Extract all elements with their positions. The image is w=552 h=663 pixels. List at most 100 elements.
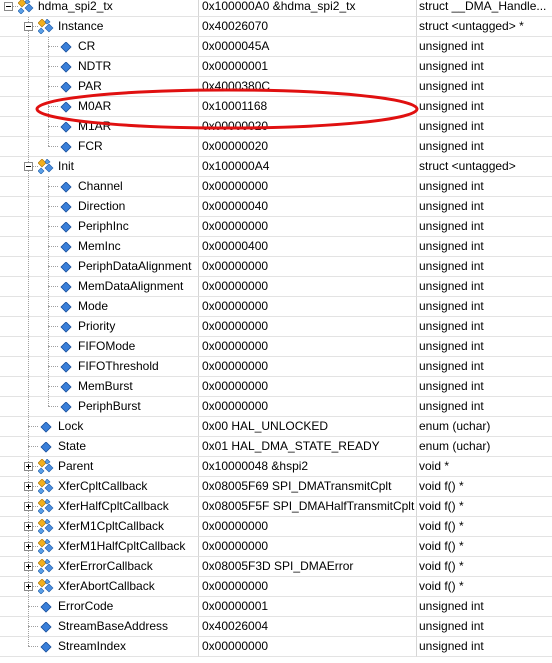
value-cell[interactable]: 0x08005F69 SPI_DMATransmitCplt (199, 477, 417, 497)
value-cell[interactable]: 0x00000001 (199, 57, 417, 77)
value-cell[interactable]: 0x00000020 (199, 117, 417, 137)
struct-icon (37, 558, 54, 575)
value-cell[interactable]: 0x40026070 (199, 17, 417, 37)
name-cell: PeriphInc (0, 217, 199, 237)
watch-row[interactable]: Channel 0x00000000 unsigned int (0, 177, 552, 197)
value-cell[interactable]: 0x00000000 (199, 377, 417, 397)
variable-name: PeriphDataAlignment (78, 259, 192, 273)
value-cell[interactable]: 0x00000000 (199, 317, 417, 337)
type-cell: void f() * (417, 537, 552, 557)
value-cell[interactable]: 0x00000000 (199, 217, 417, 237)
expand-icon[interactable] (24, 542, 33, 551)
tree-guide-line (28, 257, 29, 276)
value-cell[interactable]: 0x00000000 (199, 297, 417, 317)
watch-row[interactable]: MemBurst 0x00000000 unsigned int (0, 377, 552, 397)
value-cell[interactable]: 0x08005F3D SPI_DMAError (199, 557, 417, 577)
tree-branch-line (48, 46, 58, 47)
watch-row[interactable]: State 0x01 HAL_DMA_STATE_READY enum (uchar… (0, 437, 552, 457)
watch-row[interactable]: MemInc 0x00000400 unsigned int (0, 237, 552, 257)
watch-row[interactable]: StreamBaseAddress 0x40026004 unsigned int (0, 617, 552, 637)
name-cell: Parent (0, 457, 199, 477)
watch-row[interactable]: FIFOThreshold 0x00000000 unsigned int (0, 357, 552, 377)
value-cell[interactable]: 0x00000000 (199, 337, 417, 357)
field-icon (40, 441, 54, 456)
watch-row[interactable]: XferHalfCpltCallback 0x08005F5F SPI_DMAHa… (0, 497, 552, 517)
tree-branch-line (48, 206, 58, 207)
watch-row[interactable]: Init 0x100000A4 struct <untagged> (0, 157, 552, 177)
value-cell[interactable]: 0x00000040 (199, 197, 417, 217)
watch-row[interactable]: Parent 0x10000048 &hspi2 void * (0, 457, 552, 477)
watch-row[interactable]: NDTR 0x00000001 unsigned int (0, 57, 552, 77)
watch-row[interactable]: XferM1CpltCallback 0x00000000 void f() * (0, 517, 552, 537)
name-cell: ErrorCode (0, 597, 199, 617)
tree-branch-line (48, 86, 58, 87)
watch-row[interactable]: MemDataAlignment 0x00000000 unsigned int (0, 277, 552, 297)
value-cell[interactable]: 0x00000000 (199, 397, 417, 417)
value-cell[interactable]: 0x00000000 (199, 577, 417, 597)
watch-row[interactable]: ErrorCode 0x00000001 unsigned int (0, 597, 552, 617)
watch-row[interactable]: CR 0x0000045A unsigned int (0, 37, 552, 57)
variable-name: FIFOThreshold (78, 359, 159, 373)
value-cell[interactable]: 0x10001168 (199, 97, 417, 117)
value-cell[interactable]: 0x00000000 (199, 517, 417, 537)
watch-row[interactable]: StreamIndex 0x00000000 unsigned int (0, 637, 552, 657)
expand-icon[interactable] (24, 582, 33, 591)
watch-row[interactable]: XferErrorCallback 0x08005F3D SPI_DMAError… (0, 557, 552, 577)
variable-name: PAR (78, 79, 102, 93)
watch-row[interactable]: XferAbortCallback 0x00000000 void f() * (0, 577, 552, 597)
value-cell[interactable]: 0x00000000 (199, 637, 417, 657)
watch-row[interactable]: PeriphDataAlignment 0x00000000 unsigned in… (0, 257, 552, 277)
collapse-icon[interactable] (4, 2, 13, 11)
value-cell[interactable]: 0x00000001 (199, 597, 417, 617)
watch-row[interactable]: Direction 0x00000040 unsigned int (0, 197, 552, 217)
watch-row[interactable]: PeriphInc 0x00000000 unsigned int (0, 217, 552, 237)
value-cell[interactable]: 0x01 HAL_DMA_STATE_READY (199, 437, 417, 457)
value-cell[interactable]: 0x10000048 &hspi2 (199, 457, 417, 477)
value-cell[interactable]: 0x40026004 (199, 617, 417, 637)
value-cell[interactable]: 0x00000000 (199, 257, 417, 277)
value-cell[interactable]: 0x100000A4 (199, 157, 417, 177)
value-cell[interactable]: 0x00000400 (199, 237, 417, 257)
type-cell: unsigned int (417, 257, 552, 277)
expand-icon[interactable] (24, 522, 33, 531)
watch-row[interactable]: PeriphBurst 0x00000000 unsigned int (0, 397, 552, 417)
tree-branch-line (28, 626, 38, 627)
value-cell[interactable]: 0x0000045A (199, 37, 417, 57)
variable-name: Channel (78, 179, 123, 193)
expand-icon[interactable] (24, 462, 33, 471)
tree-branch-line (48, 386, 58, 387)
value-cell[interactable]: 0x00000020 (199, 137, 417, 157)
collapse-icon[interactable] (24, 22, 33, 31)
watch-row[interactable]: M1AR 0x00000020 unsigned int (0, 117, 552, 137)
value-cell[interactable]: 0x00 HAL_UNLOCKED (199, 417, 417, 437)
value-cell[interactable]: 0x08005F5F SPI_DMAHalfTransmitCplt (199, 497, 417, 517)
value-cell[interactable]: 0x00000000 (199, 277, 417, 297)
value-cell[interactable]: 0x00000000 (199, 357, 417, 377)
watch-row[interactable]: M0AR 0x10001168 unsigned int (0, 97, 552, 117)
value-cell[interactable]: 0x100000A0 &hdma_spi2_tx (199, 0, 417, 17)
watch-row[interactable]: Instance 0x40026070 struct <untagged> * (0, 17, 552, 37)
watch-row[interactable]: XferCpltCallback 0x08005F69 SPI_DMATransm… (0, 477, 552, 497)
expand-icon[interactable] (24, 562, 33, 571)
watch-row[interactable]: FIFOMode 0x00000000 unsigned int (0, 337, 552, 357)
tree-guide-line (28, 37, 29, 56)
field-icon (40, 421, 54, 436)
watch-row[interactable]: Lock 0x00 HAL_UNLOCKED enum (uchar) (0, 417, 552, 437)
watch-row[interactable]: FCR 0x00000020 unsigned int (0, 137, 552, 157)
watch-row[interactable]: hdma_spi2_tx 0x100000A0 &hdma_spi2_tx stru… (0, 0, 552, 17)
tree-branch-line (28, 446, 38, 447)
struct-icon (37, 538, 54, 555)
watch-row[interactable]: XferM1HalfCpltCallback 0x00000000 void f()… (0, 537, 552, 557)
type-cell: unsigned int (417, 617, 552, 637)
expand-icon[interactable] (24, 502, 33, 511)
variable-name: State (58, 439, 87, 453)
watch-row[interactable]: Mode 0x00000000 unsigned int (0, 297, 552, 317)
field-icon (60, 181, 74, 196)
collapse-icon[interactable] (24, 162, 33, 171)
expand-icon[interactable] (24, 482, 33, 491)
value-cell[interactable]: 0x00000000 (199, 537, 417, 557)
watch-row[interactable]: Priority 0x00000000 unsigned int (0, 317, 552, 337)
watch-row[interactable]: PAR 0x4000380C unsigned int (0, 77, 552, 97)
value-cell[interactable]: 0x4000380C (199, 77, 417, 97)
value-cell[interactable]: 0x00000000 (199, 177, 417, 197)
